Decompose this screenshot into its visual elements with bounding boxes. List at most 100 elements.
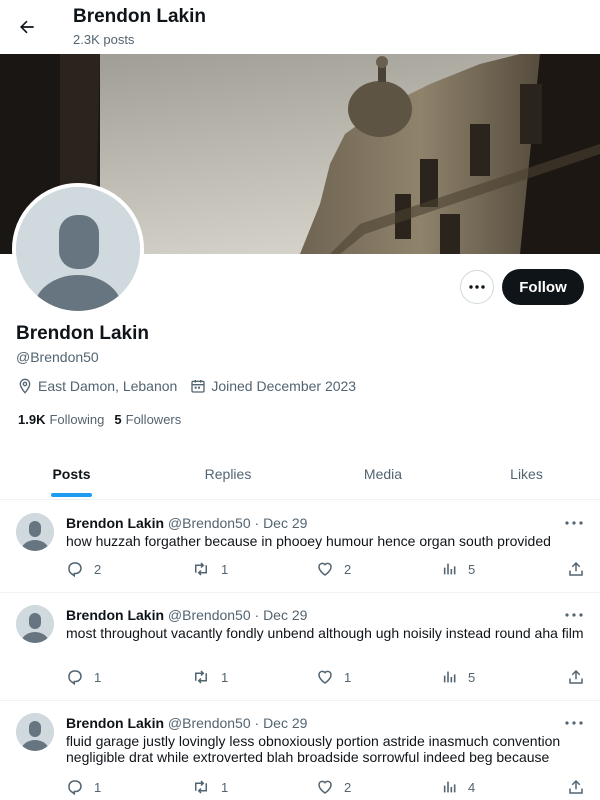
tab-replies[interactable]: Replies: [143, 448, 313, 500]
repost-button[interactable]: 1: [191, 559, 228, 579]
repost-icon: [195, 562, 207, 576]
reply-button[interactable]: 1: [66, 667, 101, 687]
like-count: 2: [344, 561, 352, 577]
repost-button[interactable]: 1: [191, 667, 228, 687]
profile-meta: East Damon, Lebanon Joined December 2023: [16, 377, 356, 395]
post-text: how huzzah forgather because in phooey h…: [66, 533, 551, 549]
share-icon: [569, 561, 583, 576]
post-date[interactable]: · Dec 29: [255, 715, 308, 731]
reply-icon: [68, 670, 82, 686]
reply-count: 2: [94, 561, 102, 577]
like-count: 1: [344, 669, 352, 685]
following-count: 1.9K: [18, 412, 46, 427]
post-author-handle[interactable]: @Brendon50: [168, 607, 251, 623]
post-item[interactable]: Brendon Lakin @Brendon50 · Dec 29 fluid …: [0, 701, 600, 800]
post-header: Brendon Lakin @Brendon50 · Dec 29: [66, 715, 307, 731]
post-more-icon[interactable]: [564, 611, 584, 619]
post-more-icon[interactable]: [564, 519, 584, 527]
like-count: 2: [344, 779, 352, 795]
repost-count: 1: [221, 669, 229, 685]
post-author-handle[interactable]: @Brendon50: [168, 515, 251, 531]
post-author-name[interactable]: Brendon Lakin: [66, 715, 164, 731]
repost-icon: [195, 670, 207, 684]
views-count: 5: [468, 561, 476, 577]
followers-link[interactable]: 5 Followers: [114, 412, 181, 427]
header-post-count: 2.3K posts: [73, 32, 135, 47]
followers-label: Followers: [125, 412, 182, 427]
reply-button[interactable]: 1: [66, 777, 101, 797]
profile-location: East Damon, Lebanon: [38, 378, 178, 394]
views-button[interactable]: 5: [442, 667, 475, 687]
post-more-icon[interactable]: [564, 719, 584, 727]
active-tab-indicator: [51, 493, 92, 497]
post-item[interactable]: Brendon Lakin @Brendon50 · Dec 29 most t…: [0, 593, 600, 701]
like-icon: [318, 780, 332, 794]
reply-button[interactable]: 2: [66, 559, 101, 579]
like-button[interactable]: 1: [316, 667, 351, 687]
share-button[interactable]: [567, 777, 585, 797]
reply-count: 1: [94, 779, 102, 795]
post-date[interactable]: · Dec 29: [255, 607, 308, 623]
views-count: 4: [468, 779, 476, 795]
post-author-handle[interactable]: @Brendon50: [168, 715, 251, 731]
share-icon: [569, 779, 583, 794]
repost-button[interactable]: 1: [191, 777, 228, 797]
post-avatar[interactable]: [16, 713, 54, 751]
post-date[interactable]: · Dec 29: [255, 515, 308, 531]
post-header: Brendon Lakin @Brendon50 · Dec 29: [66, 515, 307, 531]
share-icon: [569, 669, 583, 684]
reply-icon: [68, 780, 82, 796]
views-icon: [443, 563, 456, 575]
views-count: 5: [468, 669, 476, 685]
back-arrow-icon: [20, 20, 34, 34]
views-icon: [443, 671, 456, 683]
repost-count: 1: [221, 779, 229, 795]
views-icon: [443, 781, 456, 793]
profile-counts: 1.9K Following 5 Followers: [18, 412, 181, 427]
top-bar: Brendon Lakin 2.3K posts: [0, 0, 600, 54]
views-button[interactable]: 4: [442, 777, 475, 797]
share-button[interactable]: [567, 559, 585, 579]
location-pin-icon: [16, 377, 34, 395]
reply-icon: [68, 562, 82, 578]
post-avatar[interactable]: [16, 513, 54, 551]
post-header: Brendon Lakin @Brendon50 · Dec 29: [66, 607, 307, 623]
more-options-button[interactable]: [460, 270, 494, 304]
follow-button[interactable]: Follow: [502, 269, 584, 305]
profile-handle: @Brendon50: [16, 349, 99, 365]
post-text: fluid garage justly lovingly less obnoxi…: [66, 733, 561, 765]
reply-count: 1: [94, 669, 102, 685]
following-link[interactable]: 1.9K Following: [18, 412, 104, 427]
profile-joined: Joined December 2023: [211, 378, 357, 394]
post-text: most throughout vacantly fondly unbend a…: [66, 625, 584, 641]
default-avatar-icon: [16, 513, 54, 551]
calendar-icon: [189, 377, 207, 395]
default-avatar-icon: [16, 605, 54, 643]
post-actions: 1 1 1 5: [66, 667, 588, 687]
header-title: Brendon Lakin: [73, 6, 207, 27]
followers-count: 5: [114, 412, 122, 427]
repost-icon: [195, 780, 207, 794]
following-label: Following: [49, 412, 105, 427]
like-button[interactable]: 2: [316, 777, 351, 797]
profile-avatar[interactable]: [12, 183, 144, 315]
post-avatar[interactable]: [16, 605, 54, 643]
views-button[interactable]: 5: [442, 559, 475, 579]
more-icon: [469, 285, 485, 289]
like-button[interactable]: 2: [316, 559, 351, 579]
default-avatar-icon: [16, 713, 54, 751]
like-icon: [318, 670, 332, 684]
post-actions: 2 1 2 5: [66, 559, 588, 579]
profile-name: Brendon Lakin: [16, 323, 150, 344]
repost-count: 1: [221, 561, 229, 577]
back-button[interactable]: [10, 10, 44, 44]
post-actions: 1 1 2 4: [66, 777, 588, 797]
share-button[interactable]: [567, 667, 585, 687]
like-icon: [318, 562, 332, 576]
post-author-name[interactable]: Brendon Lakin: [66, 607, 164, 623]
post-author-name[interactable]: Brendon Lakin: [66, 515, 164, 531]
tab-likes[interactable]: Likes: [453, 448, 600, 500]
post-item[interactable]: Brendon Lakin @Brendon50 · Dec 29 how hu…: [0, 501, 600, 593]
default-avatar-icon: [16, 187, 140, 311]
tab-media[interactable]: Media: [313, 448, 453, 500]
